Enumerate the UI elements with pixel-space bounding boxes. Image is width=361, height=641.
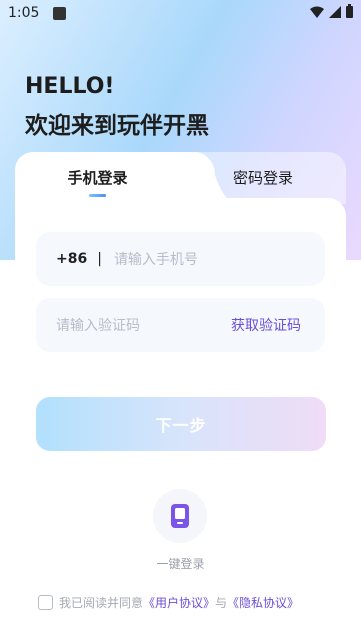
battery-icon (346, 4, 353, 18)
user-agreement-link[interactable]: 《用户协议》 (143, 594, 215, 611)
status-indicators (310, 4, 353, 18)
agreement-and: 与 (215, 596, 228, 610)
get-code-button[interactable]: 获取验证码 (231, 315, 301, 335)
signal-icon (329, 6, 341, 18)
country-code-separator: | (97, 251, 102, 267)
one-key-login-label: 一键登录 (156, 557, 205, 571)
phone-icon (171, 504, 189, 528)
country-code[interactable]: +86 (56, 251, 87, 267)
status-bar: 1:05 (0, 0, 361, 26)
greeting-title: HELLO! (25, 74, 115, 99)
tab-password-login[interactable]: 密码登录 (180, 167, 346, 188)
code-input-placeholder: 请输入验证码 (56, 318, 140, 334)
active-tab-indicator (89, 194, 106, 197)
tab-phone-login[interactable]: 手机登录 (15, 167, 180, 188)
status-time: 1:05 (8, 5, 40, 21)
privacy-policy-link[interactable]: 《隐私协议》 (227, 594, 299, 611)
agreement-prefix: 我已阅读并同意 (59, 596, 144, 610)
verification-code-field[interactable]: 请输入验证码 获取验证码 (36, 298, 325, 352)
one-key-login-button[interactable] (153, 489, 207, 543)
phone-input-field[interactable]: +86 | 请输入手机号 (36, 232, 325, 286)
next-step-button[interactable]: 下一步 (36, 397, 326, 451)
phone-input-placeholder: 请输入手机号 (113, 252, 198, 268)
wifi-icon (310, 6, 324, 18)
app-notification-icon (53, 6, 67, 20)
agreement-row: 我已阅读并同意 《用户协议》 与 《隐私协议》 (38, 594, 299, 611)
agreement-checkbox[interactable] (38, 595, 53, 610)
greeting-subtitle: 欢迎来到玩伴开黑 (25, 113, 209, 139)
